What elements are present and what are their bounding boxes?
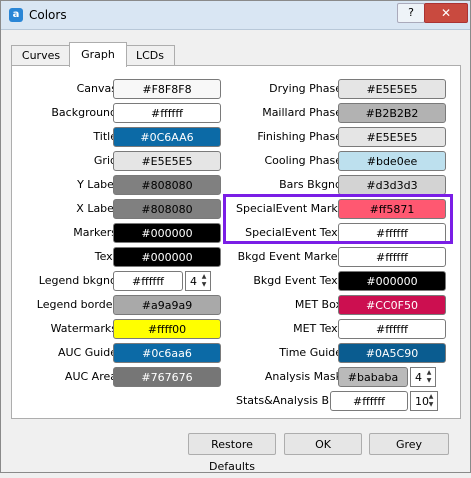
x-label-color-button[interactable]: #808080 <box>113 199 221 219</box>
grid-label: Grid <box>93 154 117 167</box>
text-color-button[interactable]: #000000 <box>113 247 221 267</box>
maillard-phase-color-button[interactable]: #B2B2B2 <box>338 103 446 123</box>
ok-button[interactable]: OK <box>284 433 362 455</box>
help-button[interactable]: ? <box>397 3 425 23</box>
background-label: Background <box>51 106 117 119</box>
title-label: Title <box>93 130 117 143</box>
special-event-highlight-box <box>223 194 453 244</box>
title-color-button[interactable]: #0C6AA6 <box>113 127 221 147</box>
bars-bkgnd-color-button[interactable]: #d3d3d3 <box>338 175 446 195</box>
tab-graph[interactable]: Graph <box>69 42 127 67</box>
window-title: Colors <box>29 8 67 22</box>
title-bar: a Colors ? ✕ <box>1 1 470 30</box>
drying-phase-label: Drying Phase <box>269 82 342 95</box>
markers-color-button[interactable]: #000000 <box>113 223 221 243</box>
drying-phase-color-button[interactable]: #E5E5E5 <box>338 79 446 99</box>
finishing-phase-label: Finishing Phase <box>257 130 342 143</box>
met-box-label: MET Box <box>294 298 342 311</box>
cooling-phase-label: Cooling Phase <box>264 154 342 167</box>
met-box-color-button[interactable]: #CC0F50 <box>338 295 446 315</box>
canvas-label: Canvas <box>76 82 117 95</box>
legend-border-color-button[interactable]: #a9a9a9 <box>113 295 221 315</box>
spin-arrows-icon[interactable]: ▲ ▼ <box>424 369 434 385</box>
close-button[interactable]: ✕ <box>424 3 468 23</box>
app-icon: a <box>9 8 23 22</box>
legend-bkgnd-color-button[interactable]: #ffffff <box>113 271 183 291</box>
time-guide-label: Time Guide <box>279 346 342 359</box>
markers-label: Markers <box>73 226 117 239</box>
cooling-phase-color-button[interactable]: #bde0ee <box>338 151 446 171</box>
auc-area-color-button[interactable]: #767676 <box>113 367 221 387</box>
met-text-color-button[interactable]: #ffffff <box>338 319 446 339</box>
finishing-phase-color-button[interactable]: #E5E5E5 <box>338 127 446 147</box>
bkgd-event-marker-label: Bkgd Event Marker <box>237 250 342 263</box>
text-label: Text <box>94 250 117 263</box>
stats-analysis-bkgnd-color-button[interactable]: #ffffff <box>330 391 408 411</box>
analysis-mask-label: Analysis Mask <box>264 370 342 383</box>
x-label-label: X Label <box>76 202 117 215</box>
stats-analysis-bkgnd-label: Stats&Analysis Bkgnd <box>236 394 357 407</box>
maillard-phase-label: Maillard Phase <box>262 106 342 119</box>
y-label-label: Y Label <box>77 178 117 191</box>
stats-analysis-bkgnd-spinbox[interactable]: 10 ▲ ▼ <box>410 391 438 411</box>
restore-defaults-button[interactable]: Restore Defaults <box>188 433 276 473</box>
y-label-color-button[interactable]: #808080 <box>113 175 221 195</box>
time-guide-color-button[interactable]: #0A5C90 <box>338 343 446 363</box>
legend-bkgnd-spinbox[interactable]: 4 ▲ ▼ <box>185 271 211 291</box>
analysis-mask-spinbox-value: 4 <box>415 371 422 384</box>
background-color-button[interactable]: #ffffff <box>113 103 221 123</box>
tab-lcds[interactable]: LCDs <box>125 45 175 66</box>
bkgd-event-marker-color-button[interactable]: #ffffff <box>338 247 446 267</box>
auc-guide-color-button[interactable]: #0c6aa6 <box>113 343 221 363</box>
canvas-color-button[interactable]: #F8F8F8 <box>113 79 221 99</box>
bkgd-event-text-color-button[interactable]: #000000 <box>338 271 446 291</box>
watermarks-label: Watermarks <box>50 322 117 335</box>
spin-arrows-icon[interactable]: ▲ ▼ <box>199 273 209 289</box>
legend-bkgnd-label: Legend bkgnd <box>38 274 117 287</box>
colors-dialog: a Colors ? ✕ Curves Graph LCDs Canvas #F8… <box>0 0 471 473</box>
bars-bkgnd-label: Bars Bkgnd <box>279 178 342 191</box>
watermarks-color-button[interactable]: #ffff00 <box>113 319 221 339</box>
analysis-mask-spinbox[interactable]: 4 ▲ ▼ <box>410 367 436 387</box>
grey-button[interactable]: Grey <box>369 433 449 455</box>
bkgd-event-text-label: Bkgd Event Text <box>253 274 342 287</box>
met-text-label: MET Text <box>293 322 342 335</box>
tab-curves[interactable]: Curves <box>11 45 71 66</box>
legend-border-label: Legend border <box>36 298 117 311</box>
auc-guide-label: AUC Guide <box>57 346 117 359</box>
auc-area-label: AUC Area <box>64 370 117 383</box>
spin-arrows-icon[interactable]: ▲ ▼ <box>426 393 436 409</box>
legend-bkgnd-spinbox-value: 4 <box>190 275 197 288</box>
analysis-mask-color-button[interactable]: #bababa <box>338 367 408 387</box>
grid-color-button[interactable]: #E5E5E5 <box>113 151 221 171</box>
